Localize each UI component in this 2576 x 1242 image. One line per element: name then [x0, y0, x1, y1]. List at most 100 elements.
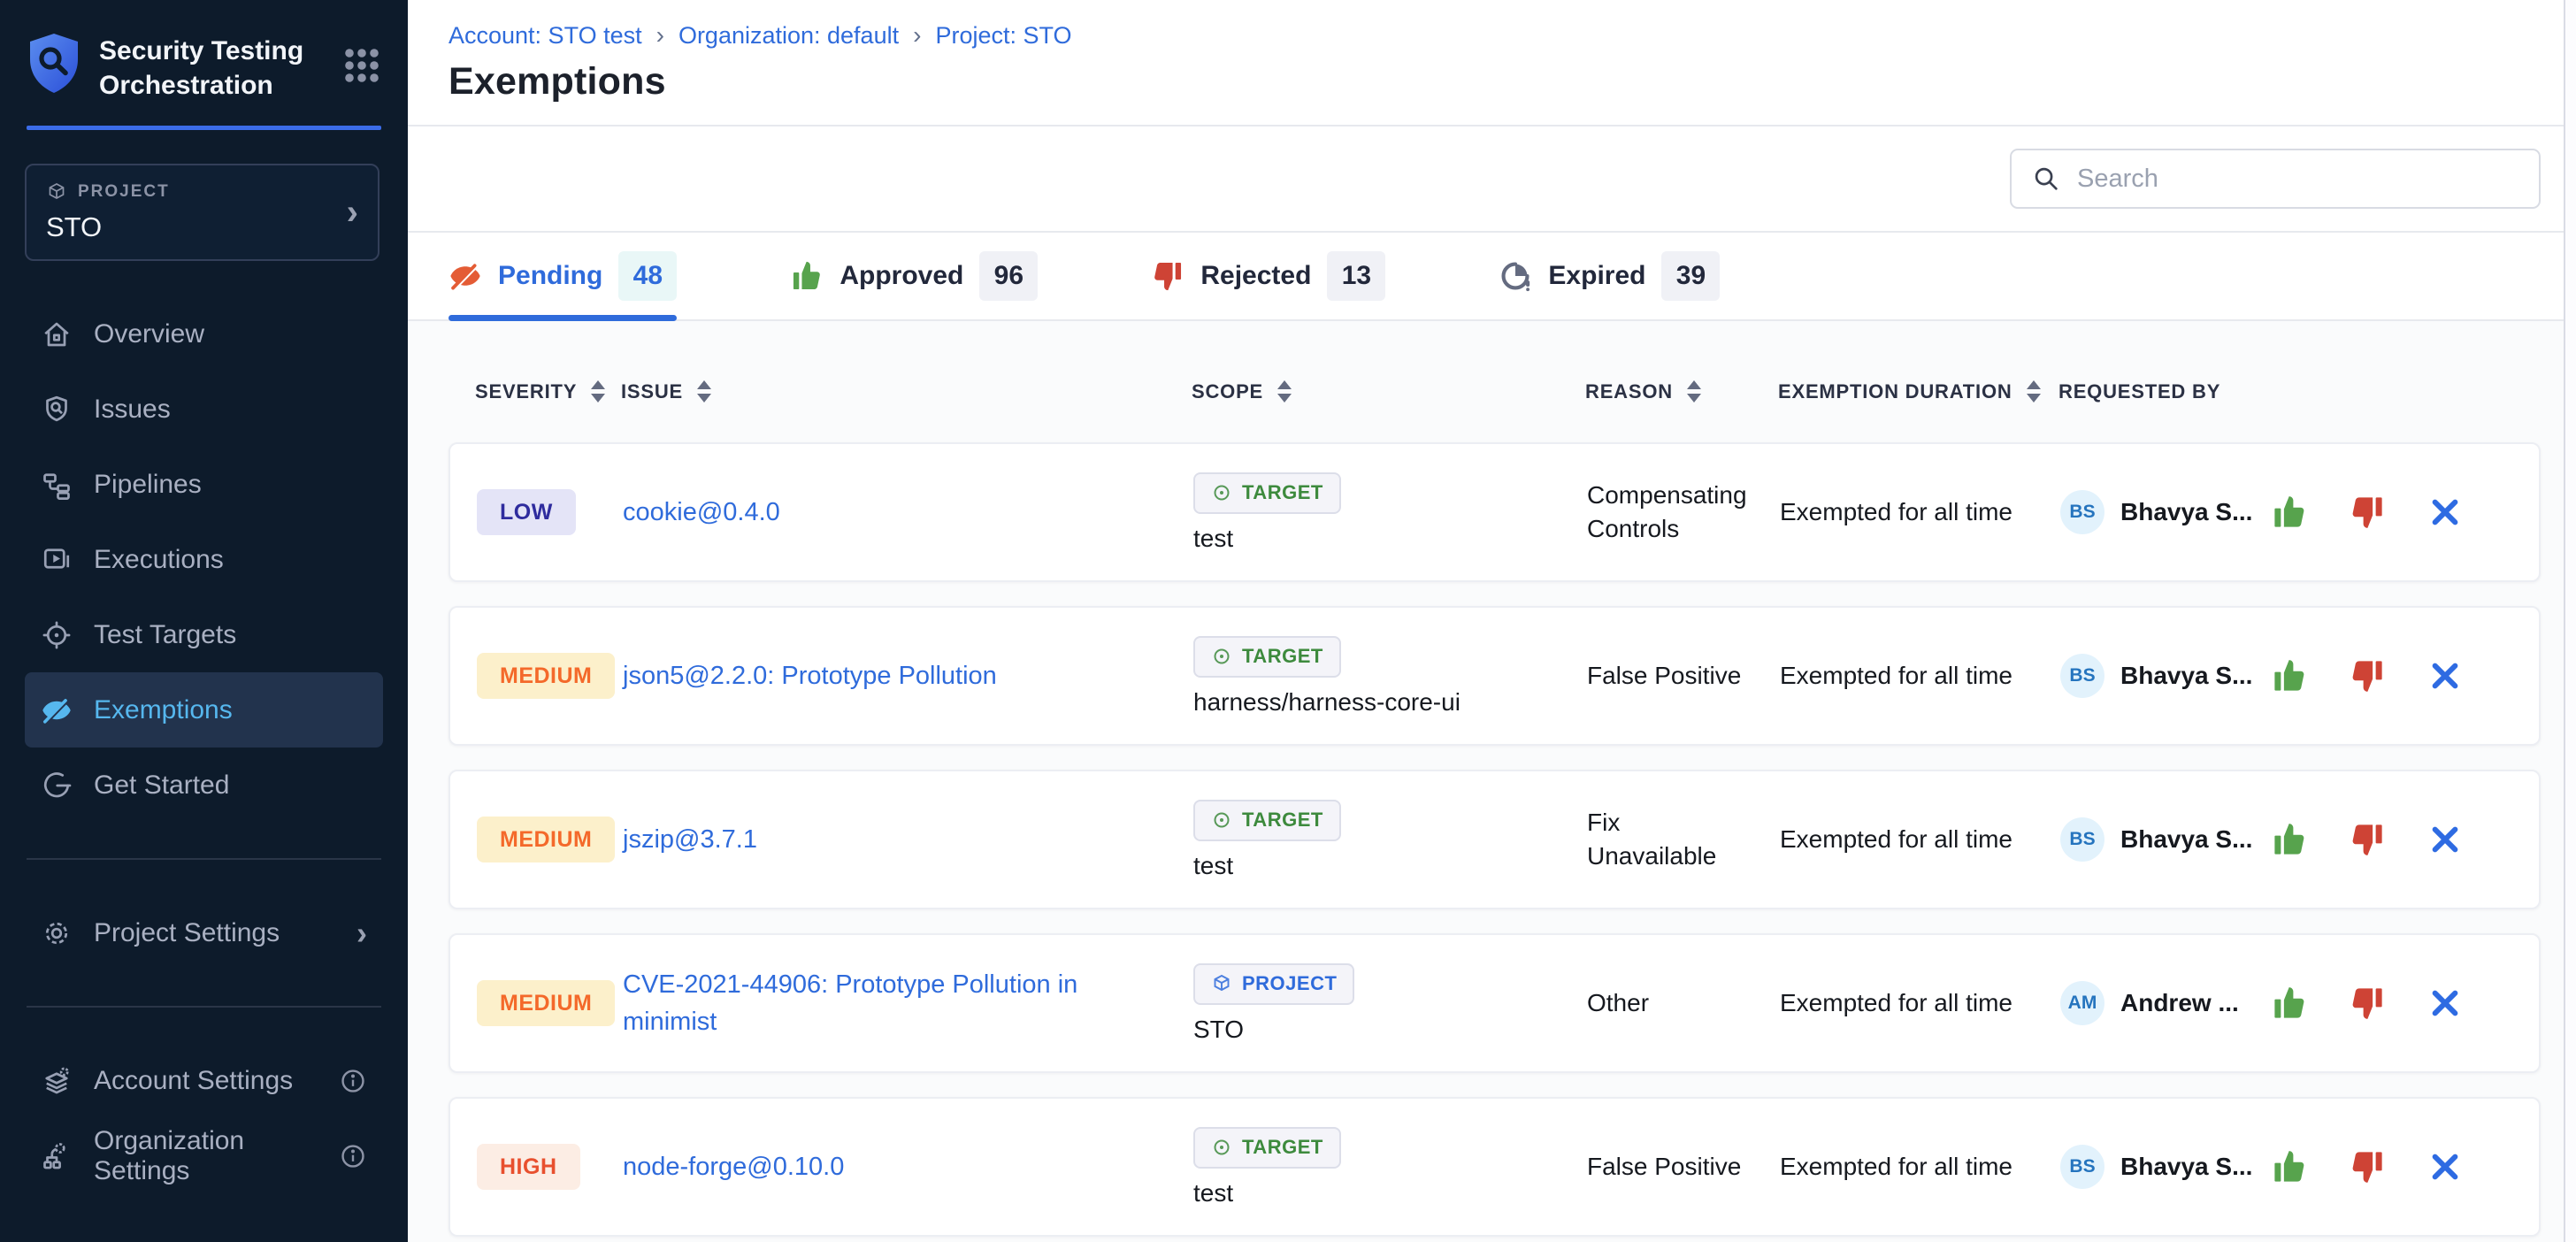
sidebar-item-account-settings[interactable]: Account Settings — [25, 1043, 383, 1118]
sidebar-accent-divider — [27, 126, 381, 130]
page-header: Account: STO test › Organization: defaul… — [408, 0, 2564, 126]
exemptions-table: SEVERITY ISSUE SCOPE REASON EXEMPTION DU… — [408, 321, 2564, 1242]
tab-label: Expired — [1548, 261, 1645, 291]
sort-icon[interactable] — [1687, 380, 1701, 402]
issue-link[interactable]: CVE-2021-44906: Prototype Pollution in m… — [623, 966, 1083, 1040]
sidebar-item-issues[interactable]: Issues — [25, 372, 383, 447]
scope-type-label: TARGET — [1242, 1136, 1323, 1159]
toolbar — [408, 126, 2564, 233]
sidebar-item-pipelines[interactable]: Pipelines — [25, 447, 383, 522]
cancel-exemption-button[interactable] — [2426, 985, 2464, 1022]
table-row[interactable]: MEDIUM CVE-2021-44906: Prototype Polluti… — [448, 933, 2541, 1073]
approve-button[interactable] — [2271, 494, 2308, 531]
cancel-exemption-button[interactable] — [2426, 821, 2464, 858]
sidebar-item-label: Issues — [94, 395, 171, 425]
requested-by-cell: AM Andrew ... — [2060, 981, 2271, 1025]
column-header-reason[interactable]: REASON — [1585, 380, 1778, 403]
sidebar-item-exemptions[interactable]: Exemptions — [25, 672, 383, 748]
tab-count-badge: 48 — [618, 251, 677, 301]
app-window: Security Testing Orchestration — [0, 0, 2576, 1242]
approve-button[interactable] — [2271, 657, 2308, 694]
reject-button[interactable] — [2349, 657, 2386, 694]
pipelines-icon — [41, 469, 73, 501]
cancel-exemption-button[interactable] — [2426, 657, 2464, 694]
avatar: BS — [2060, 490, 2104, 534]
requested-by-cell: BS Bhavya S... — [2060, 490, 2271, 534]
sidebar: Security Testing Orchestration — [0, 0, 408, 1242]
sort-icon[interactable] — [697, 380, 711, 402]
table-row[interactable]: MEDIUM json5@2.2.0: Prototype Pollution … — [448, 606, 2541, 746]
chevron-right-icon: › — [347, 195, 358, 230]
approve-button[interactable] — [2271, 821, 2308, 858]
table-row[interactable]: HIGH node-forge@0.10.0 TARGET test False… — [448, 1097, 2541, 1237]
breadcrumb-project-link[interactable]: Project: STO — [935, 22, 1071, 50]
severity-cell: MEDIUM — [477, 980, 623, 1026]
reason-cell: False Positive — [1587, 659, 1780, 693]
sidebar-item-project-settings[interactable]: Project Settings › — [25, 895, 383, 970]
sidebar-item-label: Overview — [94, 319, 204, 349]
severity-cell: LOW — [477, 489, 623, 535]
column-header-scope[interactable]: SCOPE — [1192, 380, 1585, 403]
scope-cell: TARGET test — [1193, 800, 1587, 880]
approve-button[interactable] — [2271, 985, 2308, 1022]
exemption-status-tabs: Pending 48 Approved 96 — [408, 233, 2564, 321]
issue-link[interactable]: json5@2.2.0: Prototype Pollution — [623, 657, 997, 694]
reason-cell: Compensating Controls — [1587, 479, 1780, 546]
tab-pending[interactable]: Pending 48 — [448, 233, 677, 319]
column-header-issue[interactable]: ISSUE — [621, 380, 1192, 403]
reason-cell: Other — [1587, 986, 1780, 1020]
reject-button[interactable] — [2349, 1148, 2386, 1185]
project-selector[interactable]: PROJECT STO › — [25, 164, 380, 261]
reject-button[interactable] — [2349, 821, 2386, 858]
sort-icon[interactable] — [2027, 380, 2041, 402]
search-input[interactable] — [2077, 165, 2519, 194]
breadcrumb-account-link[interactable]: Account: STO test — [448, 22, 642, 50]
sidebar-item-overview[interactable]: Overview — [25, 296, 383, 372]
sidebar-item-label: Project Settings — [94, 918, 280, 948]
avatar: BS — [2060, 817, 2104, 862]
table-row[interactable]: MEDIUM jszip@3.7.1 TARGET test Fix Unava… — [448, 770, 2541, 909]
reject-button[interactable] — [2349, 494, 2386, 531]
issue-link[interactable]: cookie@0.4.0 — [623, 494, 780, 531]
issue-link[interactable]: jszip@3.7.1 — [623, 821, 757, 858]
info-icon[interactable] — [339, 1142, 367, 1170]
sidebar-item-executions[interactable]: Executions — [25, 522, 383, 597]
info-icon[interactable] — [339, 1067, 367, 1095]
column-header-exemption-duration[interactable]: EXEMPTION DURATION — [1778, 380, 2058, 403]
table-row[interactable]: LOW cookie@0.4.0 TARGET test Compensatin… — [448, 442, 2541, 582]
scope-name: test — [1193, 852, 1233, 880]
tab-expired[interactable]: Expired 39 — [1499, 233, 1720, 319]
sort-icon[interactable] — [591, 380, 605, 402]
reject-button[interactable] — [2349, 985, 2386, 1022]
scrollbar-track[interactable] — [2564, 0, 2576, 1242]
module-grid-icon[interactable] — [341, 44, 383, 87]
issue-cell: node-forge@0.10.0 — [623, 1148, 1193, 1185]
scope-cell: TARGET harness/harness-core-ui — [1193, 636, 1587, 717]
sort-icon[interactable] — [1277, 380, 1292, 402]
search-box[interactable] — [2010, 149, 2541, 209]
cancel-exemption-button[interactable] — [2426, 1148, 2464, 1185]
row-actions — [2271, 821, 2539, 858]
sidebar-item-label: Pipelines — [94, 470, 202, 500]
tab-label: Rejected — [1200, 261, 1311, 291]
sidebar-item-organization-settings[interactable]: Organization Settings — [25, 1118, 383, 1193]
sidebar-item-test-targets[interactable]: Test Targets — [25, 597, 383, 672]
tab-count-badge: 13 — [1327, 251, 1385, 301]
tab-label: Pending — [498, 261, 602, 291]
exemption-duration-cell: Exempted for all time — [1780, 1153, 2060, 1181]
cancel-exemption-button[interactable] — [2426, 494, 2464, 531]
sidebar-item-get-started[interactable]: Get Started — [25, 748, 383, 823]
issue-link[interactable]: node-forge@0.10.0 — [623, 1148, 844, 1185]
sidebar-divider — [27, 1006, 381, 1008]
tab-approved[interactable]: Approved 96 — [790, 233, 1038, 319]
reason-cell: False Positive — [1587, 1150, 1780, 1184]
column-header-severity[interactable]: SEVERITY — [475, 380, 621, 403]
exemption-duration-cell: Exempted for all time — [1780, 498, 2060, 526]
approve-button[interactable] — [2271, 1148, 2308, 1185]
scope-chip: TARGET — [1193, 636, 1341, 678]
sidebar-footer: Project Settings › — [0, 895, 408, 970]
tab-rejected[interactable]: Rejected 13 — [1151, 233, 1385, 319]
breadcrumb-organization-link[interactable]: Organization: default — [678, 22, 899, 50]
target-icon — [1211, 482, 1232, 503]
sidebar-item-label: Test Targets — [94, 620, 236, 650]
